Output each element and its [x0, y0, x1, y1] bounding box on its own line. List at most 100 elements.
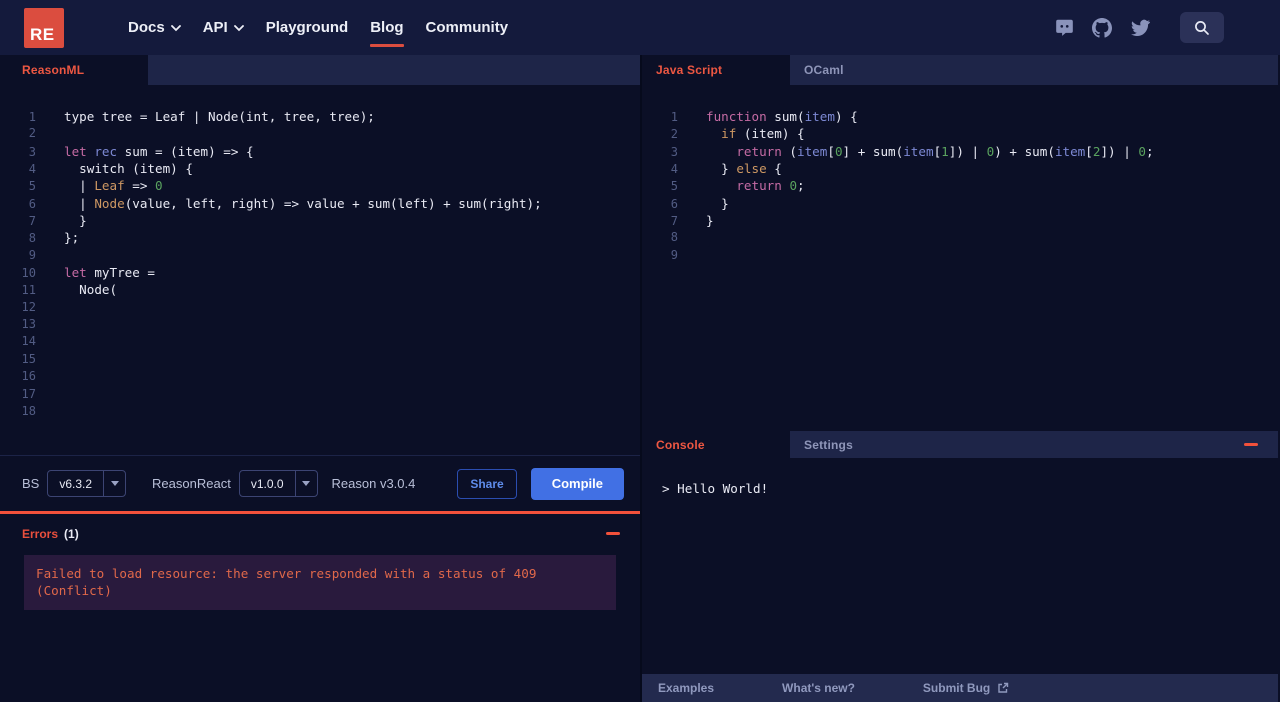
code-line: 5 | Leaf => 0: [0, 178, 640, 195]
code-line: 4 switch (item) {: [0, 161, 640, 178]
line-number: 8: [28, 231, 36, 246]
twitter-icon[interactable]: [1130, 18, 1150, 38]
console-tabbar: Console Settings: [642, 431, 1278, 458]
examples-link[interactable]: Examples: [658, 681, 714, 695]
nav-label: Docs: [128, 19, 165, 36]
reasonreact-version-select[interactable]: v1.0.0: [238, 470, 318, 497]
line-number: 11: [21, 283, 36, 298]
submit-bug-link[interactable]: Submit Bug: [923, 681, 1009, 695]
nav-label: Community: [425, 19, 509, 36]
line-number: 8: [670, 230, 678, 245]
reason-version-text: Reason v3.0.4: [331, 476, 416, 491]
console-line: > Hello World!: [662, 481, 769, 496]
main-nav: Docs API Playground Blog Community: [128, 15, 509, 47]
code-line: 8: [642, 230, 1278, 247]
reason-logo[interactable]: RE: [24, 7, 64, 48]
code-line: 7 }: [0, 213, 640, 230]
code-line: 18: [0, 404, 640, 421]
errors-count: (1): [64, 526, 79, 541]
line-number: 9: [670, 247, 678, 262]
playground-main: ReasonML 1 type tree = Leaf | Node(int, t…: [0, 55, 1280, 702]
link-label: What's new?: [782, 681, 855, 695]
whats-new-link[interactable]: What's new?: [782, 681, 855, 695]
reasonreact-version-value: v1.0.0: [250, 476, 284, 491]
code-line: 9: [0, 248, 640, 265]
tab-label: Console: [656, 437, 705, 452]
discord-icon[interactable]: [1054, 18, 1074, 38]
code-line: 2 if (item) {: [642, 126, 1278, 143]
error-message: Failed to load resource: the server resp…: [24, 555, 616, 610]
tab-settings[interactable]: Settings: [790, 431, 867, 458]
line-number: 5: [28, 179, 36, 194]
collapse-errors-button[interactable]: [606, 532, 620, 535]
top-nav: RE Docs API Playground Blog Community: [0, 0, 1280, 55]
code-line: 2: [0, 126, 640, 143]
code-line: 3 let rec sum = (item) => {: [0, 144, 640, 161]
line-number: 2: [28, 126, 36, 141]
link-label: Submit Bug: [922, 681, 991, 695]
code-line: 14: [0, 334, 640, 351]
code-line: 4 } else {: [642, 161, 1278, 178]
collapse-console-button[interactable]: [1244, 443, 1258, 446]
chevron-down-icon: [170, 25, 181, 32]
code-line: 9: [642, 248, 1278, 265]
line-number: 7: [670, 214, 678, 229]
code-line: 5 return 0;: [642, 178, 1278, 195]
code-line: 10 let myTree =: [0, 265, 640, 282]
compile-button[interactable]: Compile: [530, 467, 624, 500]
line-number: 1: [28, 110, 36, 124]
nav-social-icons: [1054, 12, 1280, 43]
bs-version-select[interactable]: v6.3.2: [47, 470, 127, 497]
line-number: 7: [28, 214, 36, 229]
nav-item-blog[interactable]: Blog: [370, 15, 404, 47]
code-line: 3 return (item[0] + sum(item[1]) | 0) + …: [642, 144, 1278, 161]
bs-version-value: v6.3.2: [59, 476, 93, 491]
code-line: 17: [0, 387, 640, 404]
line-number: 15: [21, 351, 36, 366]
tab-reasonml[interactable]: ReasonML: [0, 55, 148, 85]
code-line: 8};: [0, 230, 640, 247]
nav-label: Blog: [370, 19, 404, 36]
external-link-icon: [998, 682, 1009, 693]
reason-tabbar: ReasonML: [0, 55, 640, 85]
tab-label: Settings: [804, 437, 853, 452]
code-line: 6 }: [642, 196, 1278, 213]
errors-header: Errors (1): [0, 514, 640, 553]
caret-down-icon: [103, 471, 125, 496]
errors-panel: Errors (1) Failed to load resource: the …: [0, 511, 640, 702]
chevron-down-icon: [233, 25, 244, 32]
line-number: 16: [21, 369, 36, 384]
code-line: 15: [0, 352, 640, 369]
compile-toolbar: BS v6.3.2 ReasonReact v1.0.0 Reason v3.0…: [0, 455, 640, 511]
nav-item-community[interactable]: Community: [426, 15, 509, 40]
search-button[interactable]: [1180, 12, 1224, 43]
console-output: > Hello World!: [642, 458, 1278, 674]
tab-label: OCaml: [804, 63, 844, 77]
code-line: 12: [0, 300, 640, 317]
github-icon[interactable]: [1092, 17, 1112, 38]
line-number: 17: [21, 386, 36, 401]
tab-ocaml[interactable]: OCaml: [790, 55, 858, 85]
nav-item-api[interactable]: API: [203, 15, 244, 40]
tab-label: Java Script: [656, 63, 723, 77]
tab-console[interactable]: Console: [642, 431, 790, 458]
nav-item-playground[interactable]: Playground: [266, 15, 349, 40]
reason-code-editor[interactable]: 1 type tree = Leaf | Node(int, tree, tree…: [0, 85, 640, 455]
tab-javascript[interactable]: Java Script: [642, 55, 790, 85]
nav-item-docs[interactable]: Docs: [128, 15, 181, 40]
code-line: 6 | Node(value, left, right) => value + …: [0, 196, 640, 213]
line-number: 6: [670, 196, 678, 211]
code-line: 1 function sum(item) {: [642, 109, 1278, 126]
code-line: 13: [0, 317, 640, 334]
playground-footer: Examples What's new? Submit Bug: [642, 674, 1278, 702]
reasonreact-label: ReasonReact: [152, 476, 231, 491]
logo-text: RE: [30, 24, 55, 44]
line-number: 4: [670, 162, 678, 177]
line-number: 4: [28, 162, 36, 177]
share-button[interactable]: Share: [457, 468, 517, 499]
nav-label: Playground: [265, 19, 349, 36]
reason-pane: ReasonML 1 type tree = Leaf | Node(int, t…: [0, 55, 640, 702]
caret-down-icon: [294, 471, 317, 496]
javascript-output-editor[interactable]: 1 function sum(item) {2 if (item) {3 retu…: [642, 85, 1278, 431]
nav-label: API: [202, 19, 228, 36]
